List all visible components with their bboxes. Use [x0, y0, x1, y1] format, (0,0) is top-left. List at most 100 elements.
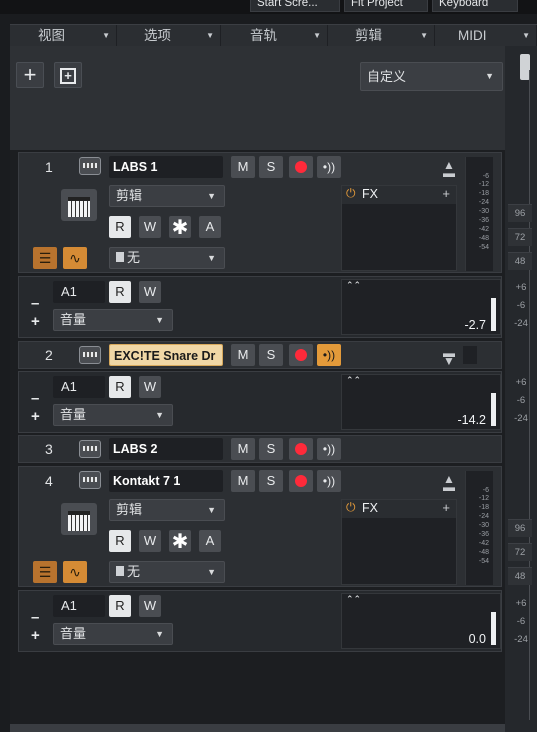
- synth-track-icon[interactable]: [79, 471, 101, 489]
- write-automation-button[interactable]: W: [139, 216, 161, 238]
- chevron-down-icon: ▼: [485, 71, 494, 81]
- add-lane-icon[interactable]: +: [31, 408, 40, 425]
- power-icon[interactable]: ⏻: [346, 500, 356, 515]
- menu-midi[interactable]: MIDI ▼: [436, 25, 537, 47]
- scale-box: 48: [508, 252, 532, 270]
- input-monitor-button[interactable]: •)): [317, 438, 341, 460]
- fit-project-button[interactable]: Fit Project: [344, 0, 428, 12]
- track-name[interactable]: LABS 2: [109, 438, 223, 460]
- mute-button[interactable]: M: [231, 438, 255, 460]
- solo-button[interactable]: S: [259, 156, 283, 178]
- menu-options[interactable]: 选项 ▼: [118, 25, 221, 47]
- lane-name[interactable]: A1: [53, 281, 105, 303]
- automation-toggle-icon[interactable]: ∿: [63, 561, 87, 583]
- automation-lane[interactable]: A1 R W – + 音量 ▼ ⌃⌃ -2.7: [18, 276, 502, 338]
- archive-button[interactable]: A: [199, 530, 221, 552]
- track-header[interactable]: 2 EXC!TE Snare Dr M S •)) ▬ ▼: [18, 341, 502, 369]
- input-monitor-button[interactable]: •)): [317, 470, 341, 492]
- read-automation-button[interactable]: R: [109, 530, 131, 552]
- expand-icon[interactable]: ▬ ▼: [443, 346, 455, 374]
- record-arm-button[interactable]: [289, 344, 313, 366]
- input-value: 无: [127, 250, 141, 265]
- freeze-button[interactable]: ✱: [169, 530, 191, 553]
- read-automation-button[interactable]: R: [109, 216, 131, 238]
- fx-header: ⏻ FX +: [342, 186, 456, 204]
- input-monitor-button[interactable]: •)): [317, 344, 341, 366]
- input-monitor-button[interactable]: •)): [317, 156, 341, 178]
- add-fx-icon[interactable]: +: [442, 186, 450, 201]
- mute-button[interactable]: M: [231, 470, 255, 492]
- collapse-lane-icon[interactable]: –: [31, 390, 39, 407]
- collapse-icon[interactable]: ▲ ▬: [443, 158, 455, 186]
- chevron-down-icon: ▼: [207, 191, 216, 201]
- archive-button[interactable]: A: [199, 216, 221, 238]
- automation-graph[interactable]: ⌃⌃ -2.7: [341, 279, 501, 335]
- add-lane-icon[interactable]: +: [31, 313, 40, 330]
- read-automation-button[interactable]: R: [109, 376, 131, 398]
- synth-track-icon[interactable]: [79, 157, 101, 175]
- mute-button[interactable]: M: [231, 344, 255, 366]
- record-arm-button[interactable]: [289, 156, 313, 178]
- add-group-button[interactable]: +: [54, 62, 82, 88]
- keyboard-button[interactable]: Keyboard: [432, 0, 518, 12]
- automation-param-dropdown[interactable]: 音量 ▼: [53, 623, 173, 645]
- instrument-icon[interactable]: [61, 189, 97, 221]
- track-header[interactable]: 3 LABS 2 M S •)): [18, 435, 502, 463]
- scale-label: +6: [515, 282, 527, 293]
- preset-dropdown[interactable]: 自定义 ▼: [360, 62, 503, 91]
- edit-mode-dropdown[interactable]: 剪辑 ▼: [109, 499, 225, 521]
- collapse-lane-icon[interactable]: –: [31, 609, 39, 626]
- power-icon[interactable]: ⏻: [346, 186, 356, 201]
- write-automation-button[interactable]: W: [139, 530, 161, 552]
- lanes-toggle-icon[interactable]: ☰: [33, 561, 57, 583]
- menu-view[interactable]: 视图 ▼: [10, 25, 117, 47]
- write-automation-button[interactable]: W: [139, 376, 161, 398]
- fx-bin[interactable]: ⏻ FX +: [341, 185, 457, 271]
- record-arm-button[interactable]: [289, 470, 313, 492]
- add-lane-icon[interactable]: +: [31, 627, 40, 644]
- fx-bin[interactable]: ⏻ FX +: [341, 499, 457, 585]
- menu-tracks[interactable]: 音轨 ▼: [222, 25, 328, 47]
- solo-button[interactable]: S: [259, 470, 283, 492]
- add-fx-icon[interactable]: +: [442, 500, 450, 515]
- automation-graph[interactable]: ⌃⌃ 0.0: [341, 593, 501, 649]
- track-header[interactable]: 4 Kontakt 7 1 M S •)) ▲ ▬ -6 -12 -18 -24 …: [18, 466, 502, 587]
- lane-name[interactable]: A1: [53, 376, 105, 398]
- write-automation-button[interactable]: W: [139, 281, 161, 303]
- edit-mode-dropdown[interactable]: 剪辑 ▼: [109, 185, 225, 207]
- read-automation-button[interactable]: R: [109, 595, 131, 617]
- freeze-button[interactable]: ✱: [169, 216, 191, 239]
- record-arm-button[interactable]: [289, 438, 313, 460]
- lane-name[interactable]: A1: [53, 595, 105, 617]
- automation-param-dropdown[interactable]: 音量 ▼: [53, 404, 173, 426]
- input-dropdown[interactable]: 无 ▼: [109, 561, 225, 583]
- synth-track-icon[interactable]: [79, 346, 101, 364]
- horizontal-scrollbar[interactable]: [10, 724, 505, 732]
- start-screen-button[interactable]: Start Scre...: [250, 0, 340, 12]
- track-header[interactable]: 1 LABS 1 M S •)) ▲ ▬ -6 -12 -18 -24 -30 -…: [18, 152, 502, 273]
- collapse-lane-icon[interactable]: –: [31, 295, 39, 312]
- automation-toggle-icon[interactable]: ∿: [63, 247, 87, 269]
- synth-track-icon[interactable]: [79, 440, 101, 458]
- menu-clips[interactable]: 剪辑 ▼: [329, 25, 435, 47]
- mute-button[interactable]: M: [231, 156, 255, 178]
- track-name[interactable]: LABS 1: [109, 156, 223, 178]
- meter-tick: -6: [482, 173, 489, 180]
- track-name[interactable]: Kontakt 7 1: [109, 470, 223, 492]
- track-name[interactable]: EXC!TE Snare Dr: [109, 344, 223, 366]
- add-track-button[interactable]: +: [16, 62, 44, 88]
- input-dropdown[interactable]: 无 ▼: [109, 247, 225, 269]
- read-automation-button[interactable]: R: [109, 281, 131, 303]
- write-automation-button[interactable]: W: [139, 595, 161, 617]
- automation-param-dropdown[interactable]: 音量 ▼: [53, 309, 173, 331]
- lanes-toggle-icon[interactable]: ☰: [33, 247, 57, 269]
- track-number: 1: [45, 159, 53, 175]
- automation-lane[interactable]: A1 R W – + 音量 ▼ ⌃⌃ 0.0: [18, 590, 502, 652]
- solo-button[interactable]: S: [259, 438, 283, 460]
- solo-button[interactable]: S: [259, 344, 283, 366]
- collapse-icon[interactable]: ▲ ▬: [443, 472, 455, 500]
- input-icon: [116, 566, 124, 576]
- instrument-icon[interactable]: [61, 503, 97, 535]
- automation-lane[interactable]: A1 R W – + 音量 ▼ ⌃⌃ -14.2: [18, 371, 502, 433]
- automation-graph[interactable]: ⌃⌃ -14.2: [341, 374, 501, 430]
